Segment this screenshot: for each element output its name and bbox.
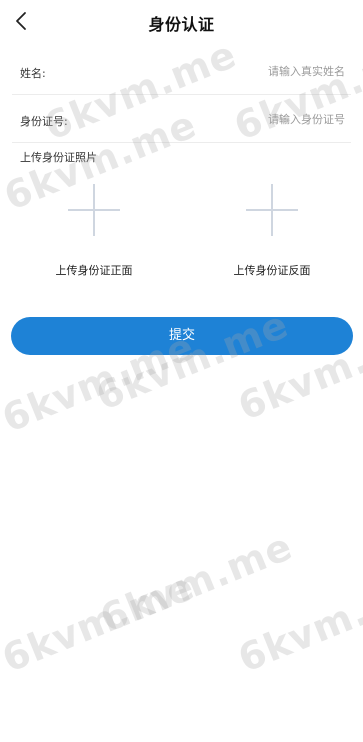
id-number-row: 身份证号: xyxy=(12,98,351,143)
plus-icon xyxy=(246,184,298,236)
upload-back-label: 上传身份证反面 xyxy=(233,264,311,277)
identity-verification-page: 身份认证 姓名: 身份证号: 上传身份证照片 上传身份证正面 上传身份证反面 提… xyxy=(0,0,363,742)
submit-button[interactable]: 提交 xyxy=(11,317,353,355)
id-number-label: 身份证号: xyxy=(20,115,68,128)
header: 身份认证 xyxy=(0,0,363,44)
upload-front-label: 上传身份证正面 xyxy=(55,264,133,277)
page-title: 身份认证 xyxy=(148,15,215,34)
name-input[interactable] xyxy=(185,60,345,82)
upload-id-back[interactable]: 上传身份证反面 xyxy=(202,176,342,286)
watermark: 6kvm.me xyxy=(232,563,363,681)
upload-section-title: 上传身份证照片 xyxy=(20,151,97,164)
name-row: 姓名: xyxy=(12,50,351,95)
watermark: 6kvm.me xyxy=(94,523,299,641)
id-number-input[interactable] xyxy=(185,108,345,130)
name-label: 姓名: xyxy=(20,67,46,80)
watermark: 6kvm.me xyxy=(0,563,201,681)
plus-icon xyxy=(68,184,120,236)
upload-id-front[interactable]: 上传身份证正面 xyxy=(24,176,164,286)
